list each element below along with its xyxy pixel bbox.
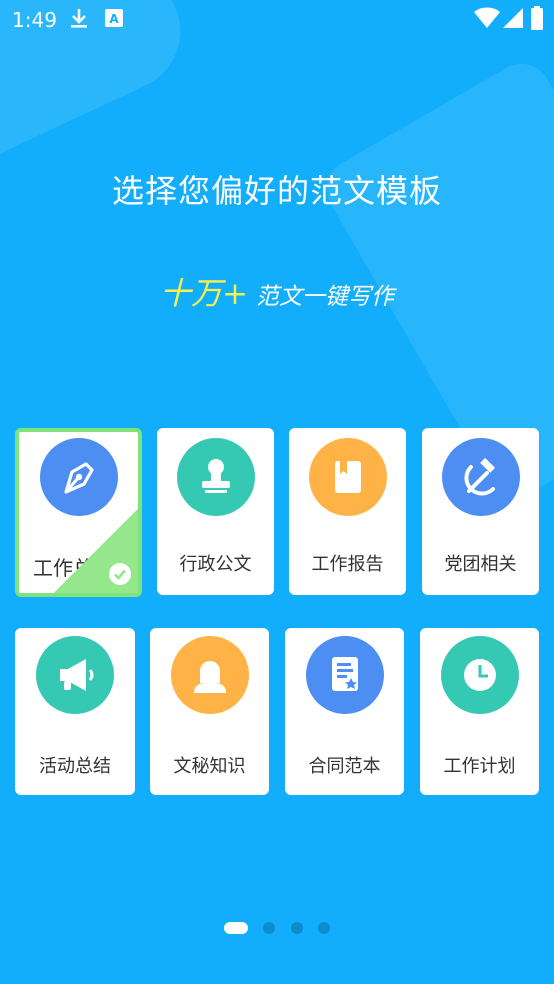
battery-icon xyxy=(531,6,543,34)
page-dot xyxy=(317,921,330,934)
wifi-icon xyxy=(474,7,500,33)
slogan-text: 范文一键写作 xyxy=(255,284,394,310)
category-card-work-summary[interactable]: 工作总 xyxy=(15,428,142,597)
hammer-sickle-icon xyxy=(441,438,520,516)
category-card-contract-template[interactable]: 合同范本 xyxy=(285,628,404,795)
category-label: 行政公文 xyxy=(179,554,252,575)
slogan: 十万+ 范文一键写作 xyxy=(0,268,554,313)
category-card-work-report[interactable]: 工作报告 xyxy=(289,428,406,595)
book-icon xyxy=(308,438,387,516)
status-bar: 1:49 A xyxy=(0,0,554,38)
category-card-admin-docs[interactable]: 行政公文 xyxy=(157,428,274,595)
page-dot-active xyxy=(224,921,249,934)
category-label: 工作计划 xyxy=(443,756,516,777)
category-card-activity-summary[interactable]: 活动总结 xyxy=(15,628,135,795)
slogan-highlight: 十万+ xyxy=(160,276,248,312)
page-dot xyxy=(290,921,303,934)
keyboard-a-icon: A xyxy=(104,8,124,32)
category-label: 党团相关 xyxy=(444,554,517,575)
category-card-secretary-knowledge[interactable]: 文秘知识 xyxy=(150,628,269,795)
category-label: 活动总结 xyxy=(39,756,111,777)
category-label: 工作报告 xyxy=(311,554,384,575)
category-card-work-plan[interactable]: 工作计划 xyxy=(420,628,539,795)
category-label: 文秘知识 xyxy=(173,756,246,777)
cell-signal-icon xyxy=(503,8,523,32)
download-icon xyxy=(68,6,90,34)
clock-icon xyxy=(440,636,519,714)
svg-text:A: A xyxy=(109,12,119,26)
contract-icon xyxy=(305,636,384,714)
megaphone-icon xyxy=(36,636,114,714)
category-label: 合同范本 xyxy=(308,756,381,777)
secretary-icon xyxy=(170,636,249,714)
page-title: 选择您偏好的范文模板 xyxy=(111,172,442,210)
stamp-icon xyxy=(176,438,255,516)
status-time: 1:49 xyxy=(12,8,57,32)
page-dot xyxy=(263,921,276,934)
page-indicator xyxy=(0,917,554,936)
check-icon xyxy=(109,563,131,585)
pen-nib-icon xyxy=(39,438,118,516)
category-card-party-league[interactable]: 党团相关 xyxy=(422,428,539,595)
